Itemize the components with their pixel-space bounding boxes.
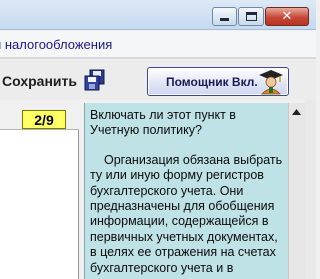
page-counter-badge: 2/9 xyxy=(22,110,66,129)
menu-divider xyxy=(0,57,316,59)
minimize-icon xyxy=(220,18,229,21)
minimize-button[interactable] xyxy=(212,7,237,26)
close-button[interactable]: ✕ xyxy=(265,7,309,26)
scroll-up-button[interactable] xyxy=(288,103,305,120)
helper-text: Включать ли этот пункт в Учетную политик… xyxy=(85,103,288,276)
helper-question: Включать ли этот пункт в Учетную политик… xyxy=(90,108,236,138)
scroll-up-arrow-icon xyxy=(292,108,301,115)
close-icon: ✕ xyxy=(281,9,293,24)
helper-toggle-button[interactable]: Помощник Вкл. xyxy=(147,67,289,96)
helper-toggle-label: Помощник Вкл. xyxy=(166,75,258,89)
save-disk-icon[interactable] xyxy=(84,69,106,91)
helper-scrollbar[interactable] xyxy=(288,103,305,279)
student-graduate-icon xyxy=(259,70,283,95)
maximize-icon xyxy=(245,12,257,21)
maximize-button[interactable] xyxy=(238,7,264,26)
menu-bar: и налогообложения xyxy=(0,31,316,57)
left-panel-divider xyxy=(0,129,79,130)
save-button[interactable]: Сохранить xyxy=(2,73,77,89)
menu-item-taxation[interactable]: и налогообложения xyxy=(0,37,112,52)
helper-body: Организация обязана выбрать ту или иную … xyxy=(90,152,283,275)
title-bar: ✕ xyxy=(0,0,316,30)
right-frame-edge xyxy=(305,100,316,279)
helper-text-panel: Включать ли этот пункт в Учетную политик… xyxy=(84,103,288,279)
